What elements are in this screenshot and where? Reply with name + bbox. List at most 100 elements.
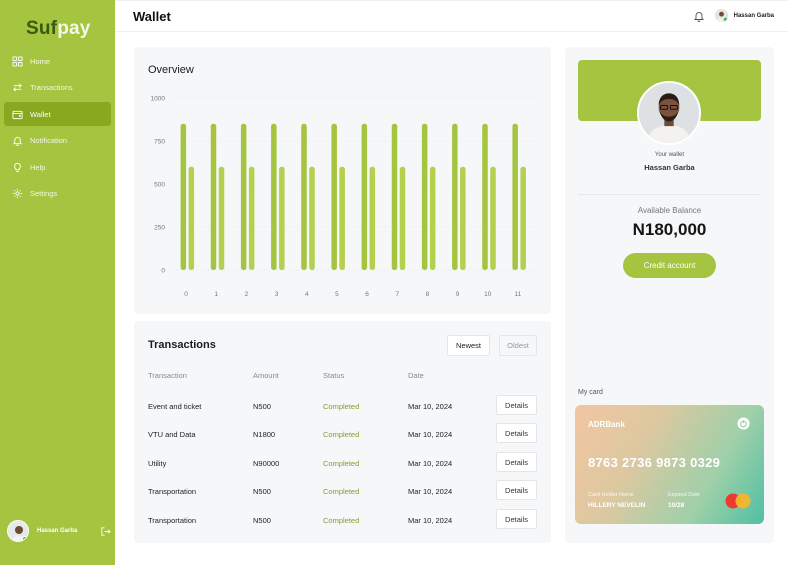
bell-icon[interactable] [693,10,705,22]
card-bank-name: ADRBank [588,420,625,429]
chart-x-tick-label: 1 [214,291,218,298]
card-expiry: 10/28 [668,502,685,509]
brand-logo[interactable]: Sufpay [26,18,91,40]
chart-bar [240,123,247,270]
transactions-panel: Transactions Newest Oldest Transaction A… [134,321,551,543]
chart-x-tick-label: 7 [395,291,399,298]
chart-bar [452,123,458,270]
transaction-status: Completed [323,516,360,525]
transaction-status: Completed [323,487,360,496]
details-button[interactable]: Details [496,480,537,500]
sort-oldest-button[interactable]: Oldest [499,335,537,356]
chart-bar [180,123,187,270]
top-header: Wallet Hassan Garba [115,0,788,32]
chart-bar [391,123,398,270]
chart-bar [490,166,496,270]
sidebar-item-home[interactable]: Home [4,49,111,73]
swap-arrows-icon [13,83,22,92]
sidebar-item-notification[interactable]: Notification [4,129,111,153]
credit-account-button[interactable]: Credit account [623,253,716,278]
chart-y-tick-label: 750 [154,139,165,146]
sort-newest-button[interactable]: Newest [447,335,490,356]
details-button[interactable]: Details [496,423,537,443]
transaction-name: Transportation [148,516,197,525]
mastercard-icon [725,493,751,509]
sidebar-item-label: Home [30,56,51,66]
card-holder-name: HILLERY NEVELIN [588,502,646,509]
gear-icon [12,188,23,199]
transaction-name: VTU and Data [148,430,196,439]
chart-x-tick-label: 8 [426,291,430,298]
wallet-owner-name: Hassan Garba [644,163,695,172]
chart-bar [369,166,376,270]
sidebar-item-settings[interactable]: Settings [4,182,111,206]
table-row: Event and ticket N500 Completed Mar 10, … [134,394,551,422]
chart-bar [520,166,526,270]
divider [578,194,761,195]
chart-x-tick-label: 0 [184,291,188,298]
card-holder-label: Card Holder Name [588,492,634,498]
sidebar-item-label: Transactions [30,83,73,92]
chart-bar [331,123,337,270]
logout-icon[interactable] [100,526,111,537]
chart-y-tick-label: 250 [154,225,165,232]
table-row: Utility N90000 Completed Mar 10, 2024 De… [134,451,551,479]
details-button[interactable]: Details [496,395,537,415]
balance-label: Available Balance [637,206,702,215]
transaction-amount: N90000 [253,459,280,468]
sidebar-item-label: Notification [30,136,68,145]
transaction-date: Mar 10, 2024 [408,459,453,468]
avatar[interactable] [637,81,701,145]
sidebar-user: Hassan Garba [7,519,111,543]
chart-bar [279,166,285,270]
card-number: 8763 2736 9873 0329 [588,455,721,470]
transaction-amount: N1800 [253,430,276,439]
column-header-date[interactable]: Date [408,371,424,380]
balance-amount: N180,000 [632,220,707,239]
chart-y-tick-label: 500 [154,182,165,189]
chart-y-tick-label: 0 [161,268,165,275]
chart-x-tick-label: 5 [335,291,339,298]
header-user-name: Hassan Garba [733,12,774,19]
sidebar-item-wallet[interactable]: Wallet [4,102,111,126]
chart-bar [429,166,436,270]
page-title: Wallet [133,9,171,24]
bell-icon [12,136,23,146]
transaction-name: Utility [148,459,167,468]
transaction-status: Completed [323,459,360,468]
sidebar-item-transactions[interactable]: Transactions [4,76,111,100]
avatar[interactable] [714,9,728,22]
overview-panel: Overview 0 250 500 750 1000 0 1 2 3 4 5 6 7 8 9 10 11 [134,47,551,314]
chart-bar [248,166,255,270]
details-button[interactable]: Details [496,452,537,472]
column-header-transaction[interactable]: Transaction [148,371,187,380]
transaction-amount: N500 [253,402,271,411]
transaction-date: Mar 10, 2024 [408,402,453,411]
details-button[interactable]: Details [496,509,537,529]
chart-bar [188,166,195,270]
chart-x-tick-label: 6 [365,291,369,298]
table-row: VTU and Data N1800 Completed Mar 10, 202… [134,422,551,450]
chart-x-tick-label: 9 [456,291,460,298]
grid-icon [12,55,23,67]
sidebar-item-label: Wallet [30,109,51,119]
chart-bar [301,123,307,270]
chart-bar [218,166,225,270]
column-header-status[interactable]: Status [323,371,344,380]
bank-card[interactable]: ADRBank 8763 2736 9873 0329 Card Holder … [575,405,764,524]
sidebar-item-help[interactable]: Help [4,155,111,179]
chart-bar [339,166,345,270]
brand-logo-part1: Suf [26,18,58,39]
sidebar-item-label: Settings [30,189,58,198]
chart-bar [309,166,315,270]
chart-x-tick-label: 11 [515,291,522,298]
user-photo-icon [8,521,28,541]
transaction-amount: N500 [253,487,271,496]
help-bulb-icon [14,162,21,172]
column-header-amount[interactable]: Amount [253,371,279,380]
user-photo-icon [714,9,728,22]
chart-bar [361,123,368,270]
chart-bar [482,123,488,270]
card-expiry-label: Expired Date [668,492,700,498]
avatar[interactable] [7,520,29,542]
